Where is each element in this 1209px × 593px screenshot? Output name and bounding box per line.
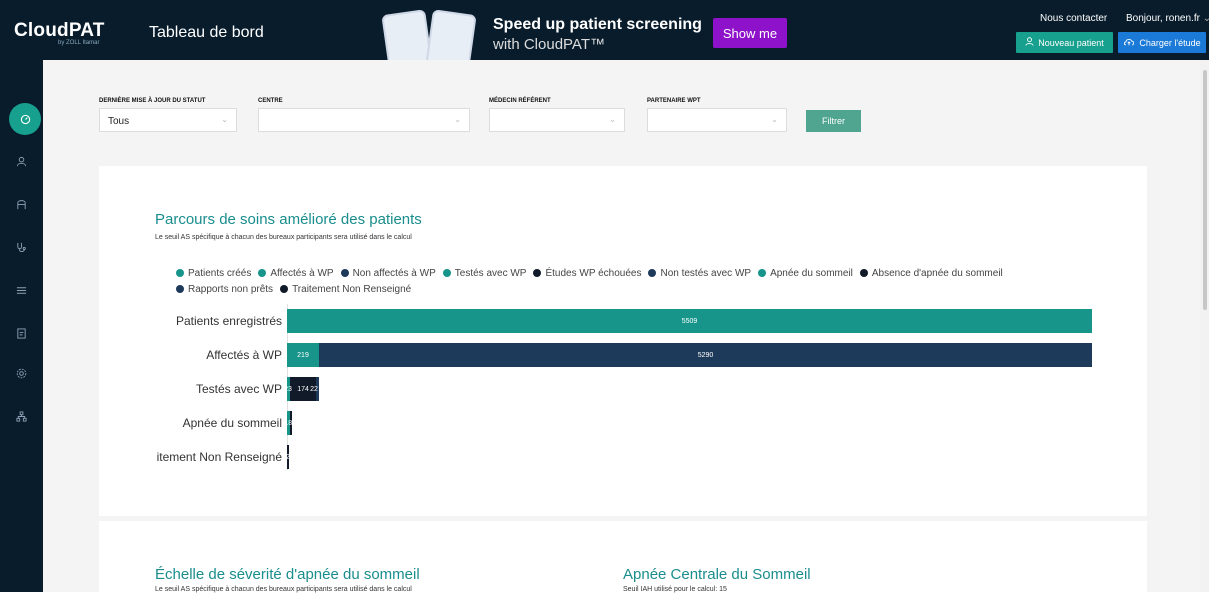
doctor-filter-label: MÉDECIN RÉFÉRENT (489, 98, 551, 104)
legend-dot (859, 268, 868, 277)
legend-dot (648, 268, 657, 277)
logo-subtitle: by ZOLL Itamar (58, 40, 100, 46)
legend-item[interactable]: Non affectés à WP (340, 266, 436, 282)
legend-label: Patients créés (188, 268, 252, 279)
scrollbar-thumb[interactable] (1203, 70, 1207, 310)
legend-item[interactable]: Non testés avec WP (648, 266, 751, 282)
upload-study-button[interactable]: Charger l'étude (1118, 32, 1206, 53)
page-title: Tableau de bord (149, 24, 264, 41)
logo[interactable]: CloudPAT (14, 20, 105, 42)
user-icon (1025, 37, 1034, 48)
cloud-upload-icon (1123, 37, 1135, 48)
legend-dot (176, 268, 184, 277)
legend-item[interactable]: Affectés à WP (258, 266, 334, 282)
chart-data-label: 5290 (697, 351, 714, 359)
show-me-button[interactable]: Show me (713, 18, 787, 48)
care-path-subtitle: Le seuil AS spécifique à chacun des bure… (155, 234, 412, 241)
legend-dot (176, 284, 184, 293)
chevron-down-icon: ⌄ (454, 115, 461, 124)
users-icon[interactable] (0, 193, 43, 215)
chevron-down-icon: ⌄ (221, 115, 228, 124)
new-patient-button[interactable]: Nouveau patient (1016, 32, 1113, 53)
legend-item[interactable]: Apnée du sommeil (758, 266, 853, 282)
chart-category-label: Apnée du sommeil (182, 416, 282, 430)
chart-data-label: 18 (284, 419, 293, 427)
legend-label: Apnée du sommeil (770, 268, 853, 279)
status-select[interactable]: Tous ⌄ (99, 108, 237, 132)
legend-label: Traitement Non Renseigné (292, 284, 412, 295)
care-path-title: Parcours de soins amélioré des patients (155, 211, 422, 228)
promo-banner[interactable]: Speed up patient screening with CloudPAT… (375, 8, 795, 71)
chart-data-label: 22 (310, 385, 318, 393)
promo-subtitle: with CloudPAT™ (493, 36, 605, 53)
legend-item[interactable]: Rapports non prêts (176, 282, 273, 298)
user-menu[interactable]: Bonjour, ronen.fr ⌄ (1126, 13, 1209, 24)
central-apnea-title: Apnée Centrale du Sommeil (623, 566, 811, 583)
legend-dot (258, 268, 267, 277)
chart-data-label: 219 (297, 351, 309, 359)
list-icon[interactable] (0, 279, 43, 301)
legend-dot (340, 268, 349, 277)
contact-link[interactable]: Nous contacter (1040, 13, 1107, 24)
status-filter-label: DERNIÈRE MISE À JOUR DU STATUT (99, 98, 206, 104)
dashboard-icon[interactable] (9, 103, 41, 135)
status-select-value: Tous (108, 116, 130, 127)
user-icon[interactable] (0, 150, 43, 172)
legend-dot (533, 268, 542, 277)
legend-item[interactable]: Absence d'apnée du sommeil (859, 266, 1003, 282)
chevron-down-icon: ⌄ (609, 115, 616, 124)
legend-item[interactable]: Patients créés (176, 266, 251, 282)
partner-filter-label: PARTENAIRE WPT (647, 98, 701, 104)
chart-category-label: Testés avec WP (195, 382, 282, 396)
chart-category-label: Patients enregistrés (175, 314, 282, 328)
center-select[interactable]: ⌄ (258, 108, 470, 132)
legend-item[interactable]: Études WP échouées (533, 266, 641, 282)
settings-icon[interactable] (0, 362, 43, 384)
chevron-down-icon: ⌄ (771, 115, 778, 124)
severity-title: Échelle de séverité d'apnée du sommeil (155, 566, 420, 583)
upload-study-label: Charger l'étude (1139, 37, 1201, 48)
stethoscope-icon[interactable] (0, 236, 43, 258)
new-patient-label: Nouveau patient (1038, 37, 1104, 48)
legend-dot (442, 268, 451, 277)
chart-category-label: itement Non Renseigné (156, 450, 282, 464)
legend-dot (758, 268, 767, 277)
promo-title: Speed up patient screening (493, 16, 702, 33)
chevron-down-icon: ⌄ (1202, 13, 1209, 24)
center-filter-label: CENTRE (258, 98, 283, 104)
legend-label: Études WP échouées (545, 268, 642, 279)
legend-label: Absence d'apnée du sommeil (871, 268, 1003, 279)
legend-label: Affectés à WP (270, 268, 334, 279)
chart-data-label: 5509 (681, 317, 698, 325)
top-header: CloudPAT by ZOLL Itamar Tableau de bord … (0, 0, 1209, 71)
legend-item[interactable]: Testés avec WP (442, 266, 527, 282)
doctor-select[interactable]: ⌄ (489, 108, 625, 132)
chart-data-label: 2 (286, 453, 290, 461)
greeting-text: Bonjour, ronen.fr (1126, 13, 1200, 24)
legend-label: Non testés avec WP (660, 268, 752, 279)
filter-button[interactable]: Filtrer (806, 110, 861, 132)
partner-select[interactable]: ⌄ (647, 108, 787, 132)
legend-label: Testés avec WP (454, 268, 527, 279)
legend-item[interactable]: Traitement Non Renseigné (280, 282, 411, 298)
chart-legend: Patients créés Affectés à WP Non affectés … (176, 266, 1106, 298)
chart-category-label: Affectés à WP (206, 348, 282, 362)
legend-dot (280, 284, 289, 293)
legend-label: Rapports non prêts (188, 284, 274, 295)
legend-label: Non affectés à WP (352, 268, 436, 279)
